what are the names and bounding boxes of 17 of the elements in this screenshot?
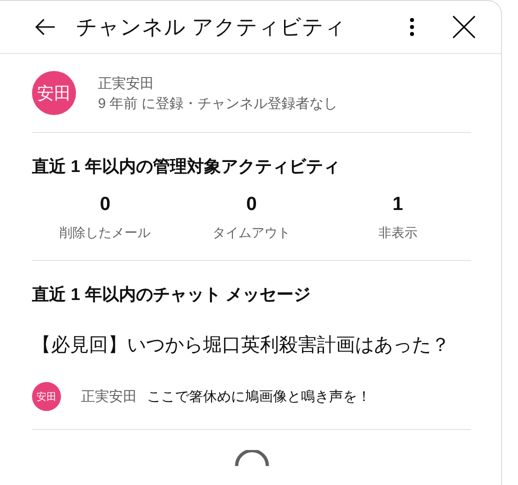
section-title: 直近 1 年以内の管理対象アクティビティ	[32, 156, 341, 178]
more-icon[interactable]	[409, 15, 415, 39]
window-title: チャンネル アクティビティ	[76, 15, 347, 41]
stat-value: 0	[245, 193, 258, 217]
close-icon[interactable]	[451, 14, 477, 40]
stat-value: 1	[392, 193, 404, 217]
channel-name: 正実安田	[98, 74, 155, 93]
stat-label: 非表示	[377, 224, 418, 242]
stat-label: タイムアウト	[211, 224, 292, 242]
video-title[interactable]: 【必見回】いつから堀口英利殺害計画はあった？	[32, 332, 471, 358]
stat-value: 0	[98, 193, 112, 217]
stat-label: 削除したメール	[58, 224, 152, 242]
avatar: 安田	[32, 71, 76, 115]
channel-meta: 9 年前 に登録・チャンネル登録者なし	[98, 94, 338, 113]
avatar: 安田	[32, 382, 61, 411]
section-title: 直近 1 年以内のチャット メッセージ	[32, 284, 312, 306]
chat-message: 正実安田 ここで箸休めに鳩画像と鳴き声を！	[81, 388, 371, 406]
